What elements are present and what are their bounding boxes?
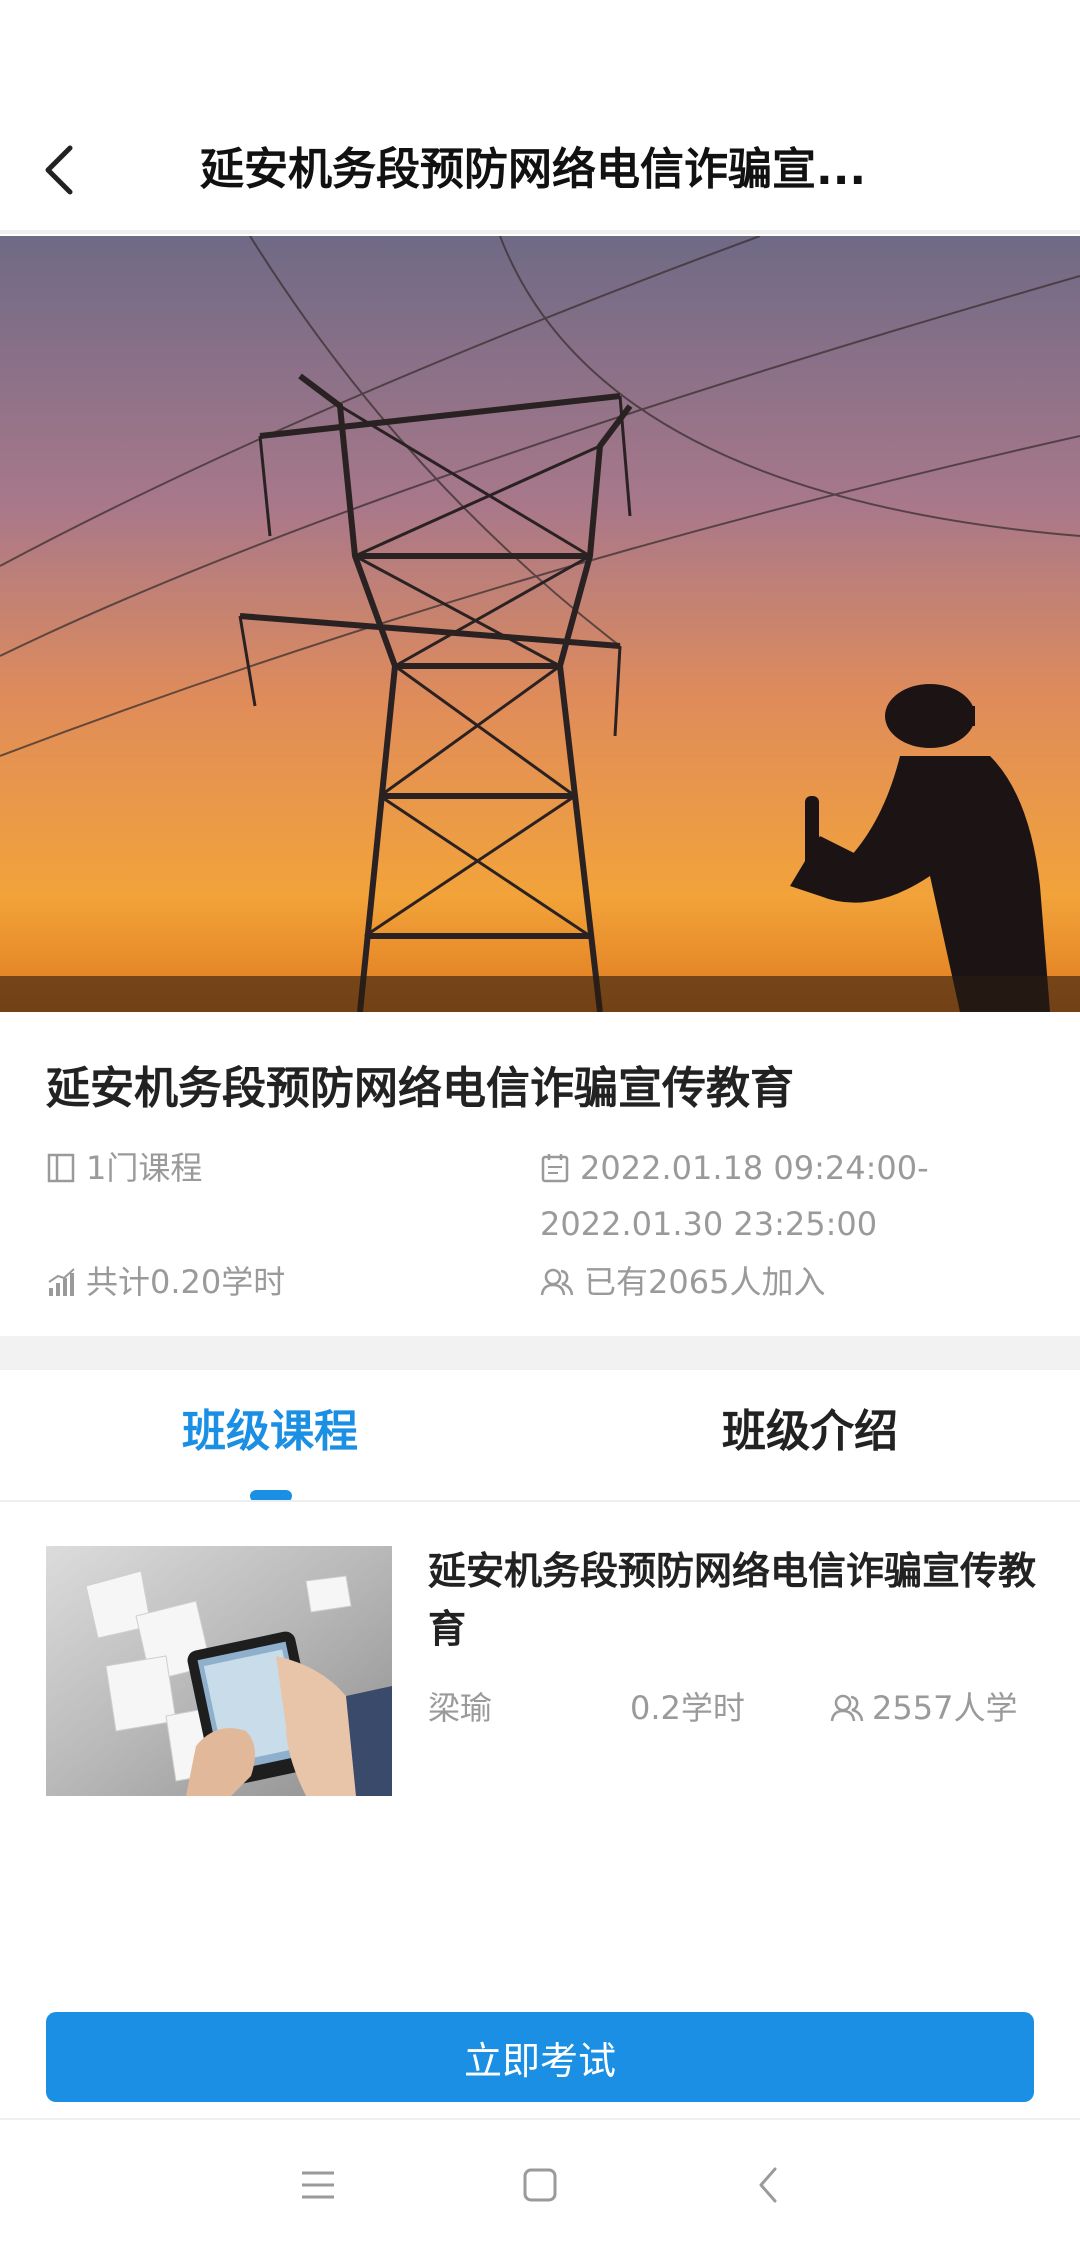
date-start-text: 2022.01.18 09:24:00-	[580, 1149, 929, 1187]
chevron-left-icon	[45, 145, 73, 195]
tab-class-courses[interactable]: 班级课程	[120, 1400, 420, 1464]
square-icon	[523, 2168, 557, 2202]
joined-count-text: 已有2065人加入	[584, 1263, 826, 1301]
users-icon	[540, 1268, 574, 1296]
course-thumbnail[interactable]	[46, 1546, 392, 1796]
chevron-left-icon	[759, 2167, 777, 2203]
menu-icon	[302, 2171, 334, 2199]
class-title: 延安机务段预防网络电信诈骗宣传教育	[46, 1063, 794, 1114]
course-count: 1门课程	[46, 1142, 202, 1194]
section-divider	[0, 1336, 1080, 1370]
course-teacher: 梁瑜	[428, 1689, 493, 1727]
course-count-text: 1门课程	[86, 1149, 203, 1187]
joined-count: 已有2065人加入	[540, 1256, 825, 1308]
class-date-range: 2022.01.18 09:24:00-	[540, 1142, 929, 1194]
calendar-icon	[541, 1154, 569, 1183]
tabs-divider	[0, 1500, 1080, 1502]
class-hours-text: 共计0.20学时	[86, 1263, 286, 1301]
back-button[interactable]	[20, 130, 100, 210]
users-icon	[830, 1694, 864, 1722]
header-divider	[0, 230, 1080, 234]
tab-class-intro[interactable]: 班级介绍	[660, 1400, 960, 1464]
system-back-button[interactable]	[728, 2150, 808, 2220]
start-exam-button[interactable]: 立即考试	[46, 2012, 1034, 2102]
bar-chart-icon	[48, 1268, 75, 1296]
class-banner-image	[0, 236, 1080, 1012]
course-learners-text: 2557人学	[872, 1689, 1018, 1727]
class-hours: 共计0.20学时	[46, 1256, 285, 1308]
system-menu-button[interactable]	[278, 2150, 358, 2220]
course-hours: 0.2学时	[630, 1689, 745, 1727]
date-end-text: 2022.01.30 23:25:00	[540, 1205, 878, 1243]
page-title: 延安机务段预防网络电信诈骗宣...	[200, 144, 867, 195]
system-home-button[interactable]	[500, 2150, 580, 2220]
course-title[interactable]: 延安机务段预防网络电信诈骗宣传教育	[428, 1542, 1038, 1658]
course-learners: 2557人学	[830, 1682, 1017, 1734]
book-icon	[47, 1153, 75, 1183]
